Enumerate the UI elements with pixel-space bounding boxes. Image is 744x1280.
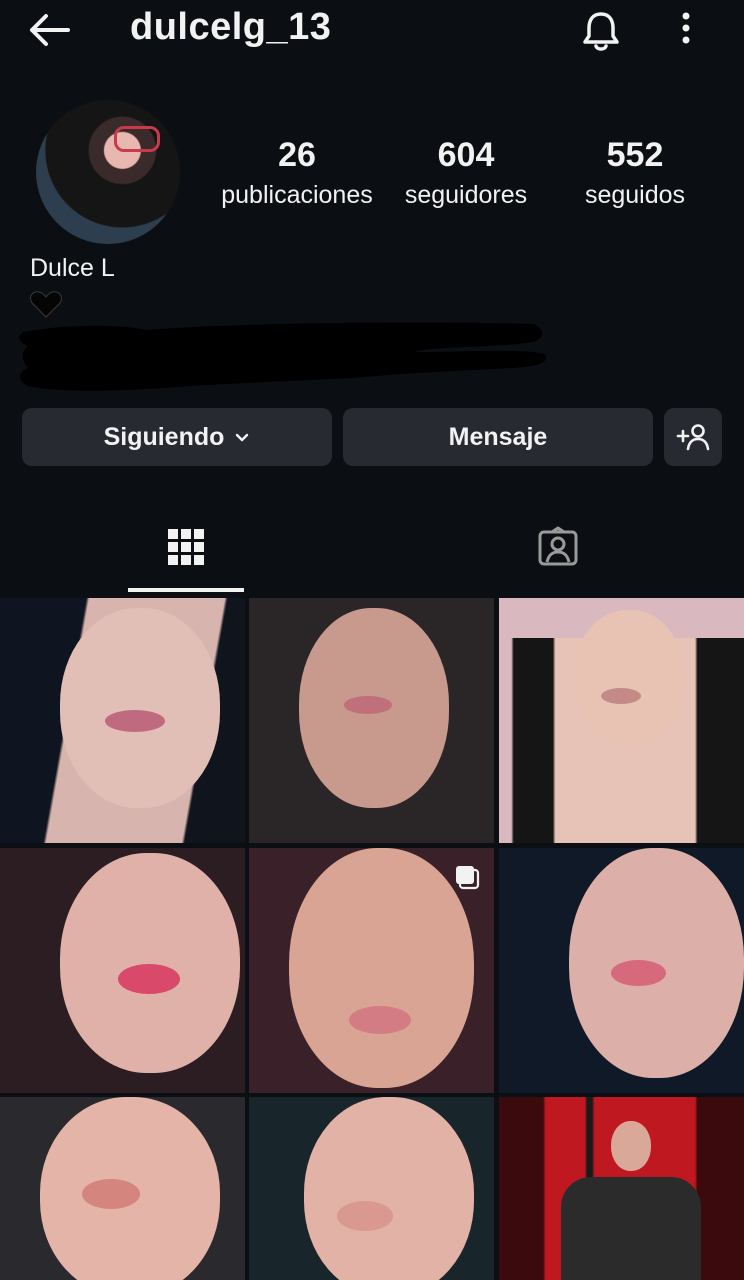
post-thumbnail[interactable] [499, 1097, 744, 1280]
active-tab-indicator [128, 588, 244, 592]
more-vertical-icon[interactable] [670, 10, 702, 50]
post-thumbnail[interactable] [0, 848, 245, 1093]
stat-following-value: 552 [606, 136, 664, 174]
add-person-button[interactable] [664, 408, 722, 466]
tab-tagged[interactable] [372, 500, 744, 594]
profile-avatar[interactable] [36, 100, 180, 244]
message-button-label: Mensaje [448, 422, 548, 451]
tab-grid[interactable] [0, 500, 372, 594]
stat-followers[interactable]: 604 seguidores [381, 136, 551, 210]
following-button-label: Siguiendo [103, 422, 225, 451]
message-button[interactable]: Mensaje [343, 408, 653, 466]
post-thumbnail[interactable] [249, 848, 494, 1093]
post-thumbnail[interactable] [0, 1097, 245, 1280]
profile-tabs [0, 500, 744, 594]
tagged-person-icon [538, 526, 578, 566]
grid-icon [168, 529, 204, 565]
post-thumbnail[interactable] [499, 598, 744, 843]
person-add-icon [676, 424, 710, 451]
display-name: Dulce L [30, 254, 115, 282]
redacted-bio-text [14, 318, 554, 394]
posts-grid [0, 598, 744, 1280]
arrow-left-icon[interactable] [26, 10, 74, 50]
post-thumbnail[interactable] [499, 848, 744, 1093]
chevron-down-icon [236, 433, 249, 442]
stat-followers-value: 604 [437, 136, 495, 174]
stat-following[interactable]: 552 seguidos [550, 136, 720, 210]
post-thumbnail[interactable] [249, 1097, 494, 1280]
top-bar: dulcelg_13 [0, 0, 744, 70]
post-thumbnail[interactable] [0, 598, 245, 843]
stat-following-label: seguidos [584, 181, 686, 209]
stat-followers-label: seguidores [404, 181, 528, 209]
profile-username: dulcelg_13 [130, 6, 332, 48]
black-heart-icon [28, 286, 64, 322]
post-thumbnail[interactable] [249, 598, 494, 843]
bell-icon[interactable] [578, 8, 624, 54]
following-button[interactable]: Siguiendo [22, 408, 332, 466]
avatar-glasses-detail [114, 126, 160, 152]
stat-posts[interactable]: 26 publicaciones [212, 136, 382, 210]
stat-posts-label: publicaciones [221, 181, 373, 209]
stat-posts-value: 26 [278, 136, 316, 174]
multiple-photos-icon [454, 864, 480, 890]
